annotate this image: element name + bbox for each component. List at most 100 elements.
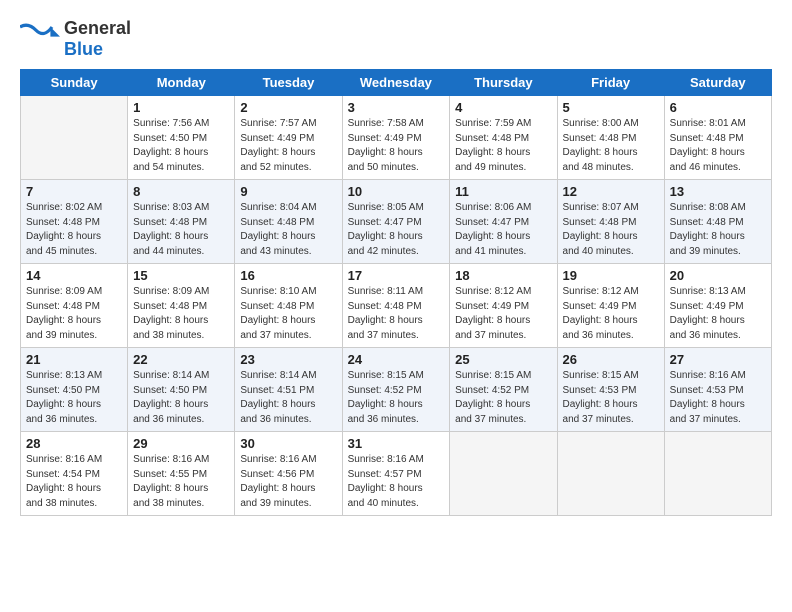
day-info: Sunrise: 8:14 AMSunset: 4:51 PMDaylight:…	[240, 369, 336, 427]
calendar-cell: 17Sunrise: 8:11 AMSunset: 4:48 PMDayligh…	[342, 264, 450, 348]
day-number: 22	[133, 352, 229, 367]
day-number: 16	[240, 268, 336, 283]
day-number: 5	[563, 100, 659, 115]
calendar-week-row: 14 Sunrise: 8:09 AMSunset: 4:48 PMDayligh…	[21, 264, 772, 348]
day-info: Sunrise: 7:58 AMSunset: 4:49 PMDaylight:…	[348, 117, 445, 175]
day-info: Sunrise: 8:16 AMSunset: 4:54 PMDaylight:…	[26, 453, 122, 511]
day-info: Sunrise: 8:10 AMSunset: 4:48 PMDaylight:…	[240, 285, 336, 343]
day-number: 28	[26, 436, 122, 451]
day-info: Sunrise: 8:16 AMSunset: 4:53 PMDaylight:…	[670, 369, 766, 427]
day-info: Sunrise: 8:07 AMSunset: 4:48 PMDaylight:…	[563, 201, 659, 259]
day-info: Sunrise: 8:01 AMSunset: 4:48 PMDaylight:…	[670, 117, 766, 175]
day-info: Sunrise: 8:11 AMSunset: 4:48 PMDaylight:…	[348, 285, 445, 343]
calendar-dow-saturday: Saturday	[664, 70, 771, 96]
day-number: 6	[670, 100, 766, 115]
day-info: Sunrise: 8:15 AMSunset: 4:52 PMDaylight:…	[455, 369, 551, 427]
day-number: 2	[240, 100, 336, 115]
calendar-dow-friday: Friday	[557, 70, 664, 96]
calendar-cell: 30 Sunrise: 8:16 AMSunset: 4:56 PMDayligh…	[235, 432, 342, 516]
day-info: Sunrise: 7:59 AMSunset: 4:48 PMDaylight:…	[455, 117, 551, 175]
calendar-cell: 11 Sunrise: 8:06 AMSunset: 4:47 PMDayligh…	[450, 180, 557, 264]
calendar-cell: 16 Sunrise: 8:10 AMSunset: 4:48 PMDayligh…	[235, 264, 342, 348]
calendar-cell	[450, 432, 557, 516]
calendar-week-row: 21 Sunrise: 8:13 AMSunset: 4:50 PMDayligh…	[21, 348, 772, 432]
day-number: 1	[133, 100, 229, 115]
calendar-table: SundayMondayTuesdayWednesdayThursdayFrid…	[20, 69, 772, 516]
day-info: Sunrise: 8:03 AMSunset: 4:48 PMDaylight:…	[133, 201, 229, 259]
calendar-cell: 12Sunrise: 8:07 AMSunset: 4:48 PMDayligh…	[557, 180, 664, 264]
calendar-dow-monday: Monday	[128, 70, 235, 96]
calendar-cell: 27 Sunrise: 8:16 AMSunset: 4:53 PMDayligh…	[664, 348, 771, 432]
day-number: 7	[26, 184, 122, 199]
day-number: 30	[240, 436, 336, 451]
calendar-cell: 2 Sunrise: 7:57 AMSunset: 4:49 PMDaylight…	[235, 96, 342, 180]
day-info: Sunrise: 8:15 AMSunset: 4:52 PMDaylight:…	[348, 369, 445, 427]
day-number: 25	[455, 352, 551, 367]
day-number: 15	[133, 268, 229, 283]
calendar-header-row: SundayMondayTuesdayWednesdayThursdayFrid…	[21, 70, 772, 96]
day-number: 21	[26, 352, 122, 367]
day-number: 20	[670, 268, 766, 283]
calendar-cell	[557, 432, 664, 516]
calendar-cell: 15 Sunrise: 8:09 AMSunset: 4:48 PMDayligh…	[128, 264, 235, 348]
day-number: 23	[240, 352, 336, 367]
day-number: 4	[455, 100, 551, 115]
calendar-dow-wednesday: Wednesday	[342, 70, 450, 96]
calendar-cell: 18 Sunrise: 8:12 AMSunset: 4:49 PMDayligh…	[450, 264, 557, 348]
logo: GeneralBlue	[20, 18, 131, 59]
day-number: 27	[670, 352, 766, 367]
calendar-cell: 21 Sunrise: 8:13 AMSunset: 4:50 PMDayligh…	[21, 348, 128, 432]
calendar-cell: 29 Sunrise: 8:16 AMSunset: 4:55 PMDayligh…	[128, 432, 235, 516]
calendar-cell: 3 Sunrise: 7:58 AMSunset: 4:49 PMDaylight…	[342, 96, 450, 180]
day-number: 10	[348, 184, 445, 199]
calendar-cell: 23 Sunrise: 8:14 AMSunset: 4:51 PMDayligh…	[235, 348, 342, 432]
day-info: Sunrise: 8:06 AMSunset: 4:47 PMDaylight:…	[455, 201, 551, 259]
calendar-cell: 1Sunrise: 7:56 AMSunset: 4:50 PMDaylight…	[128, 96, 235, 180]
calendar-cell: 14 Sunrise: 8:09 AMSunset: 4:48 PMDayligh…	[21, 264, 128, 348]
day-number: 26	[563, 352, 659, 367]
calendar-cell: 20Sunrise: 8:13 AMSunset: 4:49 PMDayligh…	[664, 264, 771, 348]
day-number: 24	[348, 352, 445, 367]
day-info: Sunrise: 8:04 AMSunset: 4:48 PMDaylight:…	[240, 201, 336, 259]
day-info: Sunrise: 8:05 AMSunset: 4:47 PMDaylight:…	[348, 201, 445, 259]
day-info: Sunrise: 8:13 AMSunset: 4:50 PMDaylight:…	[26, 369, 122, 427]
day-info: Sunrise: 8:16 AMSunset: 4:55 PMDaylight:…	[133, 453, 229, 511]
day-info: Sunrise: 8:14 AMSunset: 4:50 PMDaylight:…	[133, 369, 229, 427]
day-number: 18	[455, 268, 551, 283]
day-info: Sunrise: 8:09 AMSunset: 4:48 PMDaylight:…	[26, 285, 122, 343]
calendar-week-row: 1Sunrise: 7:56 AMSunset: 4:50 PMDaylight…	[21, 96, 772, 180]
page-header: GeneralBlue	[20, 18, 772, 59]
day-info: Sunrise: 8:16 AMSunset: 4:56 PMDaylight:…	[240, 453, 336, 511]
day-info: Sunrise: 8:00 AMSunset: 4:48 PMDaylight:…	[563, 117, 659, 175]
day-number: 31	[348, 436, 445, 451]
calendar-cell: 6 Sunrise: 8:01 AMSunset: 4:48 PMDaylight…	[664, 96, 771, 180]
calendar-dow-sunday: Sunday	[21, 70, 128, 96]
day-info: Sunrise: 8:15 AMSunset: 4:53 PMDaylight:…	[563, 369, 659, 427]
day-info: Sunrise: 8:09 AMSunset: 4:48 PMDaylight:…	[133, 285, 229, 343]
day-number: 13	[670, 184, 766, 199]
calendar-cell: 10 Sunrise: 8:05 AMSunset: 4:47 PMDayligh…	[342, 180, 450, 264]
day-number: 3	[348, 100, 445, 115]
calendar-cell: 4 Sunrise: 7:59 AMSunset: 4:48 PMDaylight…	[450, 96, 557, 180]
day-number: 8	[133, 184, 229, 199]
day-info: Sunrise: 8:02 AMSunset: 4:48 PMDaylight:…	[26, 201, 122, 259]
day-info: Sunrise: 7:57 AMSunset: 4:49 PMDaylight:…	[240, 117, 336, 175]
calendar-cell: 13Sunrise: 8:08 AMSunset: 4:48 PMDayligh…	[664, 180, 771, 264]
logo: GeneralBlue	[20, 18, 131, 59]
calendar-cell: 5 Sunrise: 8:00 AMSunset: 4:48 PMDaylight…	[557, 96, 664, 180]
day-info: Sunrise: 8:12 AMSunset: 4:49 PMDaylight:…	[563, 285, 659, 343]
calendar-cell: 9Sunrise: 8:04 AMSunset: 4:48 PMDaylight…	[235, 180, 342, 264]
calendar-dow-tuesday: Tuesday	[235, 70, 342, 96]
calendar-week-row: 7 Sunrise: 8:02 AMSunset: 4:48 PMDaylight…	[21, 180, 772, 264]
day-info: Sunrise: 8:12 AMSunset: 4:49 PMDaylight:…	[455, 285, 551, 343]
day-number: 11	[455, 184, 551, 199]
day-number: 19	[563, 268, 659, 283]
logo-text: GeneralBlue	[64, 18, 131, 59]
calendar-cell: 24 Sunrise: 8:15 AMSunset: 4:52 PMDayligh…	[342, 348, 450, 432]
calendar-cell: 28 Sunrise: 8:16 AMSunset: 4:54 PMDayligh…	[21, 432, 128, 516]
calendar-cell: 31Sunrise: 8:16 AMSunset: 4:57 PMDayligh…	[342, 432, 450, 516]
calendar-cell: 7 Sunrise: 8:02 AMSunset: 4:48 PMDaylight…	[21, 180, 128, 264]
day-number: 29	[133, 436, 229, 451]
day-number: 14	[26, 268, 122, 283]
calendar-cell: 26 Sunrise: 8:15 AMSunset: 4:53 PMDayligh…	[557, 348, 664, 432]
